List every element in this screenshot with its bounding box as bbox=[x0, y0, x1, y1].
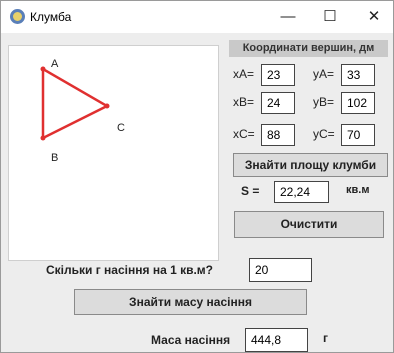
vertex-b-label: B bbox=[51, 152, 59, 164]
seed-mass-unit: г bbox=[323, 331, 328, 345]
vertex-c-dot bbox=[104, 103, 110, 109]
find-area-button[interactable]: Знайти площу клумби bbox=[233, 153, 388, 177]
window-title: Клумба bbox=[30, 10, 72, 24]
xa-input[interactable]: 23 bbox=[261, 64, 295, 86]
close-button[interactable]: ✕ bbox=[357, 5, 391, 29]
yc-label: yC= bbox=[313, 127, 335, 141]
xb-label: xB= bbox=[233, 95, 255, 109]
app-window: Клумба — ☐ ✕ A B C Координати вершин, дм… bbox=[0, 0, 394, 353]
yc-input[interactable]: 70 bbox=[341, 124, 375, 146]
xb-input[interactable]: 24 bbox=[261, 92, 295, 114]
vertex-a-label: A bbox=[51, 58, 59, 70]
coordinates-header: Координати вершин, дм bbox=[229, 40, 388, 57]
flower-icon bbox=[10, 9, 25, 24]
ya-input[interactable]: 33 bbox=[341, 64, 375, 86]
seed-mass-label: Маса насіння bbox=[151, 333, 231, 347]
area-unit: кв.м bbox=[346, 184, 370, 196]
maximize-button[interactable]: ☐ bbox=[313, 5, 347, 29]
minimize-button[interactable]: — bbox=[271, 5, 305, 29]
yb-label: yB= bbox=[313, 95, 335, 109]
ya-label: yA= bbox=[313, 67, 335, 81]
seed-rate-input[interactable]: 20 bbox=[249, 258, 312, 282]
triangle-drawing bbox=[40, 66, 110, 141]
vertex-a-dot bbox=[40, 66, 46, 72]
clear-button[interactable]: Очистити bbox=[234, 211, 384, 238]
xa-label: xA= bbox=[233, 67, 255, 81]
vertex-c-label: C bbox=[117, 122, 125, 134]
find-seed-mass-button[interactable]: Знайти масу насіння bbox=[74, 289, 307, 315]
triangle-shape bbox=[41, 66, 110, 141]
seed-mass-output: 444,8 bbox=[245, 328, 308, 352]
yb-input[interactable]: 102 bbox=[341, 92, 375, 114]
area-label: S = bbox=[241, 184, 260, 198]
title-bar: Клумба — ☐ ✕ bbox=[1, 1, 393, 33]
xc-input[interactable]: 88 bbox=[261, 124, 295, 146]
drawing-canvas: A B C bbox=[8, 45, 219, 261]
xc-label: xC= bbox=[233, 127, 255, 141]
area-output: 22,24 bbox=[274, 181, 329, 203]
seed-rate-label: Скільки г насіння на 1 кв.м? bbox=[46, 263, 214, 277]
vertex-b-dot bbox=[40, 135, 46, 141]
